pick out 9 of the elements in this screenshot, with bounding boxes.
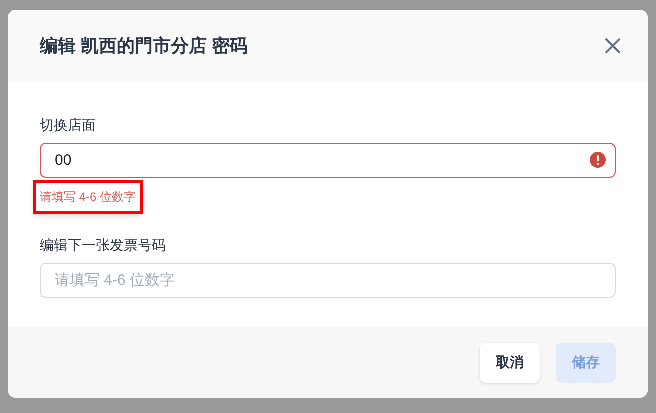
field-label: 切换店面 [40, 116, 97, 134]
field-label: 编辑下一张发票号码 [40, 236, 167, 254]
error-message: 请填写 4-6 位数字 [33, 180, 144, 214]
input-field[interactable]: 请填写 4-6 位数字 [40, 263, 616, 298]
error-icon [590, 152, 606, 168]
cancel-button[interactable]: 取消 [480, 342, 540, 382]
close-icon[interactable] [604, 37, 622, 55]
dialog-title: 编辑 凯西的門市分店 密码 [40, 34, 248, 58]
input-field[interactable]: 00 [40, 143, 616, 178]
